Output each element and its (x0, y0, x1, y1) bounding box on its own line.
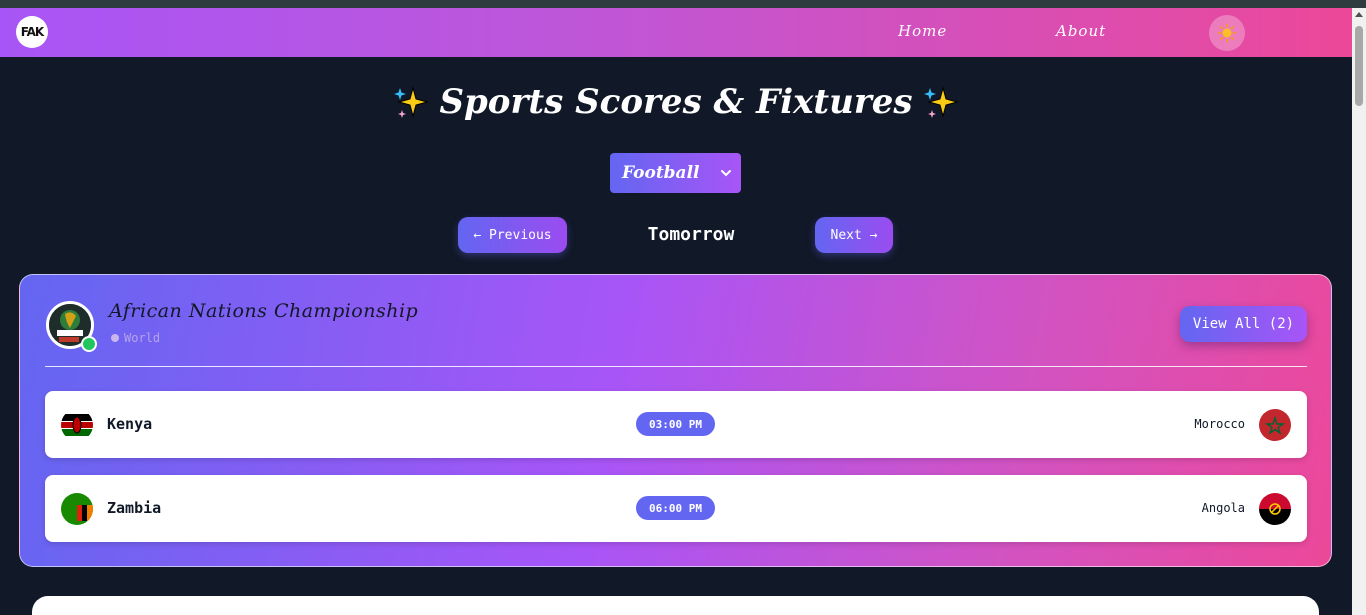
league-region: World (111, 331, 160, 345)
browser-top-strip (0, 0, 1366, 8)
nav-link-home[interactable]: Home (898, 22, 947, 40)
match-row[interactable]: Kenya 03:00 PM Morocco (45, 391, 1307, 458)
league-region-label: World (124, 331, 161, 345)
match-row[interactable]: Zambia 06:00 PM Angola (45, 475, 1307, 542)
page-title: Sports Scores & Fixtures (0, 82, 1352, 124)
league-name: African Nations Championship (109, 300, 419, 322)
away-team-name: Angola (1201, 501, 1245, 515)
scroll-up-arrow-icon[interactable] (1355, 12, 1363, 17)
navbar: FAK Home About (0, 8, 1352, 57)
home-team-name: Kenya (107, 415, 153, 433)
scrollbar-thumb[interactable] (1355, 26, 1363, 106)
match-time: 03:00 PM (636, 412, 715, 436)
sun-icon (1217, 23, 1237, 43)
previous-day-button[interactable]: ← Previous (458, 217, 567, 253)
region-dot-icon (111, 334, 119, 342)
sparkles-icon (394, 86, 430, 118)
page-title-text: Sports Scores & Fixtures (439, 82, 913, 122)
morocco-flag-icon (1259, 409, 1291, 441)
league-card: African Nations Championship World View … (19, 274, 1332, 567)
view-all-button[interactable]: View All (2) (1180, 306, 1307, 342)
divider (45, 366, 1307, 367)
match-time: 06:00 PM (636, 496, 715, 520)
current-day-label: Tomorrow (647, 224, 735, 245)
sport-select[interactable]: Football (610, 153, 741, 193)
site-logo[interactable]: FAK (16, 16, 48, 48)
nav-link-about[interactable]: About (1056, 22, 1106, 40)
kenya-flag-icon (61, 409, 93, 441)
page-scrollbar[interactable] (1352, 8, 1366, 615)
sport-select-value: Football (622, 163, 700, 183)
next-day-button[interactable]: Next → (815, 217, 893, 253)
live-status-dot (81, 336, 97, 352)
angola-flag-icon (1259, 493, 1291, 525)
sparkles-icon (923, 86, 959, 118)
zambia-flag-icon (61, 493, 93, 525)
chevron-down-icon (721, 170, 731, 177)
home-team-name: Zambia (107, 499, 162, 517)
theme-toggle-button[interactable] (1209, 15, 1245, 51)
away-team-name: Morocco (1194, 417, 1245, 431)
next-league-card (32, 596, 1319, 615)
